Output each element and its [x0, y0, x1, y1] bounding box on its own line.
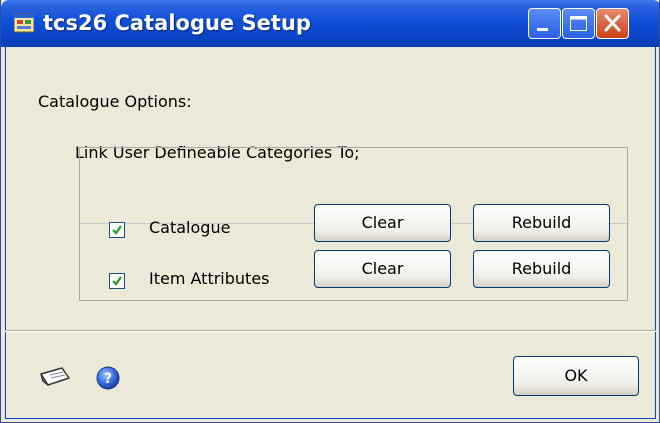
minimize-icon	[537, 28, 548, 31]
close-icon	[604, 14, 621, 32]
title-bar[interactable]: tcs26 Catalogue Setup	[1, 0, 659, 47]
catalogue-checkbox[interactable]	[109, 222, 125, 238]
catalogue-rebuild-button[interactable]: Rebuild	[473, 204, 610, 242]
ok-button[interactable]: OK	[513, 356, 639, 396]
footer-divider-highlight	[5, 331, 656, 332]
item-attributes-clear-button[interactable]: Clear	[314, 250, 451, 288]
close-button[interactable]	[596, 8, 629, 39]
item-attributes-label: Item Attributes	[149, 269, 270, 288]
maximize-icon	[570, 16, 587, 31]
window-title: tcs26 Catalogue Setup	[43, 11, 311, 35]
svg-text:?: ?	[104, 371, 112, 387]
checkmark-icon	[112, 225, 122, 235]
dialog-window: tcs26 Catalogue Setup Catalogue Options:…	[0, 0, 660, 423]
maximize-button[interactable]	[562, 8, 595, 39]
minimize-button[interactable]	[528, 8, 561, 39]
catalogue-clear-button[interactable]: Clear	[314, 204, 451, 242]
note-icon[interactable]	[38, 364, 72, 394]
catalogue-label: Catalogue	[149, 218, 231, 237]
item-attributes-checkbox[interactable]	[109, 273, 125, 289]
item-attributes-rebuild-button[interactable]: Rebuild	[473, 250, 610, 288]
section-label: Catalogue Options:	[38, 92, 192, 111]
checkmark-icon	[112, 276, 122, 286]
help-icon[interactable]: ?	[95, 365, 121, 395]
app-icon	[13, 13, 35, 33]
